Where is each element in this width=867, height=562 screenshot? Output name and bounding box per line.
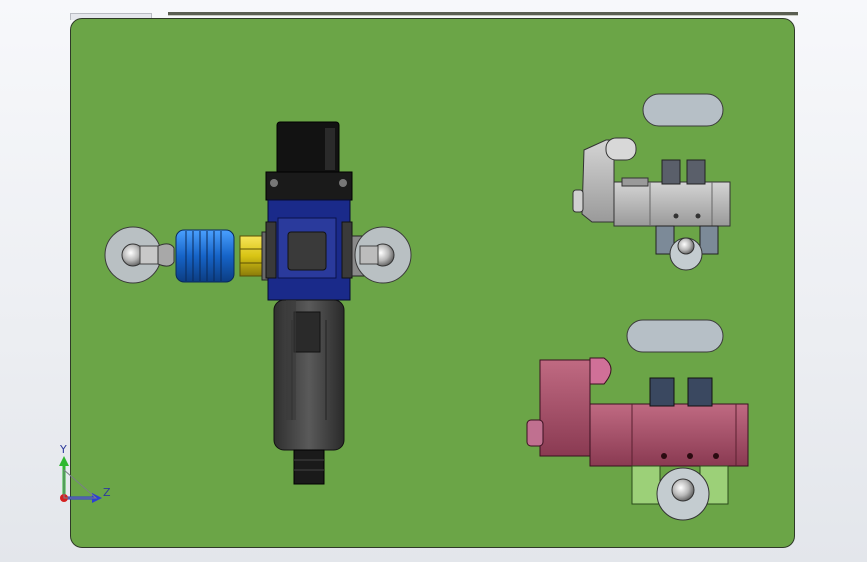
solenoid-valve-top[interactable]	[572, 93, 731, 271]
filter-regulator[interactable]	[104, 121, 412, 485]
z-axis-label: Z	[103, 486, 111, 499]
graphics-viewport[interactable]: Y Z	[0, 0, 867, 562]
y-axis-label: Y	[60, 443, 67, 456]
model-drawing	[59, 93, 749, 521]
solenoid-valve-bottom[interactable]	[526, 319, 749, 521]
coordinate-triad	[59, 456, 102, 503]
